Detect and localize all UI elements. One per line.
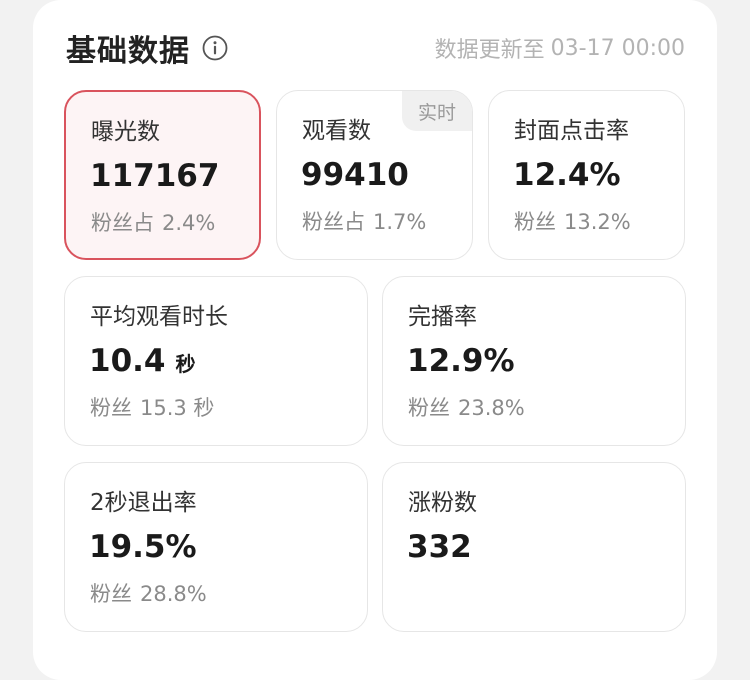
panel-title: 基础数据	[66, 34, 190, 69]
metric-fan-value: 粉丝 28.8%	[90, 582, 207, 606]
update-time-info: 数据更新至 03-17 00:00	[435, 26, 685, 70]
metric-value: 12.4%	[513, 157, 621, 193]
metric-label: 曝光数	[91, 119, 160, 145]
metric-value: 117167	[90, 158, 220, 194]
metric-card-cover-ctr[interactable]: 封面点击率 12.4% 粉丝 13.2%	[488, 90, 685, 260]
realtime-badge: 实时	[402, 91, 472, 131]
metric-fan-value: 粉丝 13.2%	[514, 210, 631, 234]
metric-value: 12.9%	[407, 343, 515, 379]
metric-value: 19.5%	[89, 529, 197, 565]
metric-fan-ratio: 粉丝占 1.7%	[302, 210, 427, 234]
metric-label: 封面点击率	[514, 118, 629, 144]
metric-card-2s-exit-rate[interactable]: 2秒退出率 19.5% 粉丝 28.8%	[64, 462, 368, 632]
metric-card-completion-rate[interactable]: 完播率 12.9% 粉丝 23.8%	[382, 276, 686, 446]
metric-card-avg-watch-time[interactable]: 平均观看时长 10.4 秒 粉丝 15.3 秒	[64, 276, 368, 446]
basic-data-panel: 基础数据 数据更新至 03-17 00:00 曝光数 117167 粉丝占 2.4…	[33, 0, 717, 680]
metric-fan-value: 粉丝 15.3 秒	[90, 396, 215, 420]
metric-fan-value: 粉丝 23.8%	[408, 396, 525, 420]
metric-label: 2秒退出率	[90, 490, 197, 516]
update-prefix: 数据更新至	[434, 38, 545, 63]
panel-header: 基础数据 数据更新至 03-17 00:00	[66, 26, 685, 70]
metric-value: 332	[407, 529, 472, 565]
metric-card-exposure[interactable]: 曝光数 117167 粉丝占 2.4%	[64, 90, 261, 260]
metric-card-views[interactable]: 实时 观看数 99410 粉丝占 1.7%	[276, 90, 473, 260]
metric-label: 平均观看时长	[90, 304, 228, 330]
title-group: 基础数据	[66, 26, 228, 70]
update-time: 03-17 00:00	[550, 35, 685, 61]
metric-label: 涨粉数	[408, 490, 477, 516]
info-circle-icon[interactable]	[202, 35, 228, 61]
metric-label: 完播率	[408, 304, 477, 330]
metric-card-new-followers[interactable]: 涨粉数 332	[382, 462, 686, 632]
metric-unit: 秒	[175, 352, 196, 376]
metric-fan-ratio: 粉丝占 2.4%	[91, 211, 216, 235]
metric-value: 99410	[301, 157, 409, 193]
metric-value: 10.4 秒	[89, 343, 196, 379]
metric-label: 观看数	[302, 118, 371, 144]
